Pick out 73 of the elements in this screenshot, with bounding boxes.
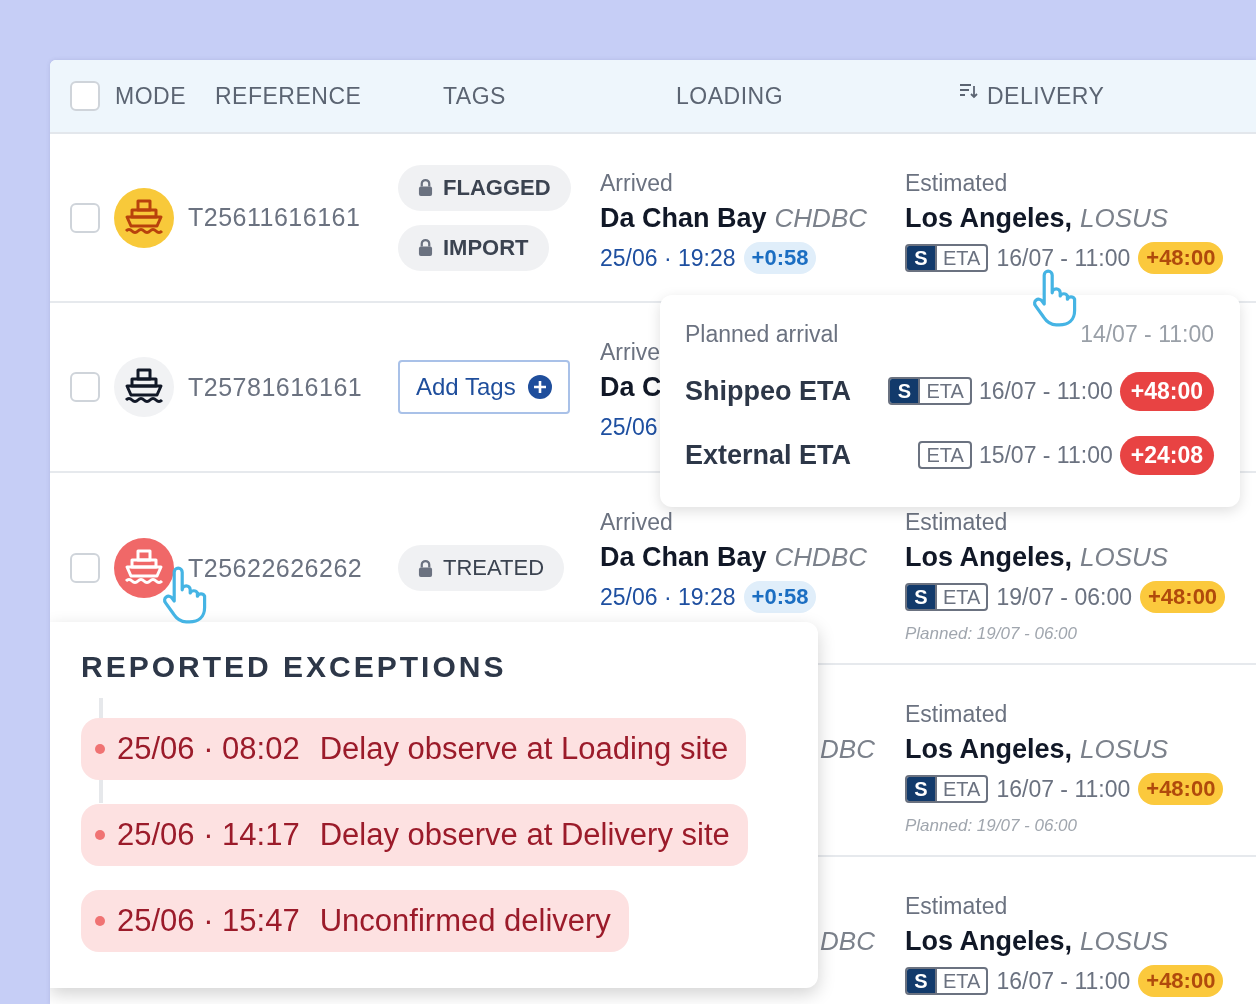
reference-text: T25622626262 (188, 553, 363, 582)
planned-date: Planned: 19/07 - 06:00 (905, 624, 1078, 644)
status-text: Estimated (905, 508, 1008, 536)
location-code: DBC (820, 925, 875, 957)
date-time: 16/07 - 11:00 (996, 775, 1131, 803)
location-code: CHDBC (774, 541, 867, 573)
exception-time: 25/06 · 08:02 (117, 731, 300, 767)
status-text: Arrived (600, 169, 673, 197)
place-name: Los Angeles, (905, 541, 1073, 573)
eta-badge: S ETA (905, 244, 989, 272)
date-time: 16/07 - 11:00 (996, 244, 1131, 272)
column-header[interactable]: LOADING (676, 82, 784, 110)
status-text: Estimated (905, 169, 1008, 197)
column-header[interactable]: MODE (115, 82, 186, 110)
delay-badge: +48:00 (1140, 581, 1226, 613)
exception-time: 25/06 · 15:47 (117, 903, 300, 939)
eta-badge: S ETA (888, 377, 972, 405)
exception-text: Delay observe at Loading site (319, 731, 729, 767)
location-code: DBC (820, 733, 875, 765)
date-time: 25/06 (600, 413, 658, 441)
date-time: 16/07 - 11:00 (996, 967, 1131, 995)
column-header[interactable]: DELIVERY (987, 82, 1105, 110)
eta-label: External ETA (685, 439, 852, 471)
popover-title: Planned arrival (685, 320, 839, 348)
eta-badge: S ETA (905, 775, 989, 803)
reference-text: T25611616161 (188, 203, 361, 231)
exception-text: Unconfirmed delivery (319, 903, 611, 939)
status-text: Arrived (600, 508, 673, 536)
place-name: Los Angeles, (905, 733, 1073, 765)
delay-badge: +48:00 (1119, 371, 1214, 411)
delay-badge: +0:58 (743, 242, 817, 274)
delay-badge: +0:58 (743, 581, 817, 613)
exception-text: Delay observe at Delivery site (319, 817, 730, 853)
date-time: 25/06 · 19:28 (600, 583, 736, 611)
date-time: 19/07 - 06:00 (996, 583, 1132, 611)
eta-label: Shippeo ETA (685, 375, 851, 407)
date-time: 25/06 · 19:28 (600, 244, 736, 272)
location-code: LOSUS (1080, 733, 1169, 765)
status-text: Arrive (600, 338, 661, 366)
tag-chip[interactable]: FLAGGED (398, 164, 571, 211)
column-header[interactable]: TAGS (443, 82, 506, 110)
reference-text: T25781616161 (188, 372, 363, 401)
date-time: 16/07 - 11:00 (978, 377, 1113, 405)
exception-item[interactable]: 25/06 · 08:02 Delay observe at Loading site (81, 718, 747, 780)
planned-date: 14/07 - 11:00 (1080, 320, 1214, 348)
status-text: Estimated (905, 700, 1008, 728)
delay-badge: +48:00 (1138, 242, 1224, 274)
eta-badge: S ETA (905, 583, 989, 611)
eta-badge: S ETA (905, 967, 989, 995)
delay-badge: +48:00 (1138, 965, 1224, 997)
eta-badge: ETA (918, 441, 972, 469)
tag-chip[interactable]: IMPORT (398, 224, 549, 271)
exception-time: 25/06 · 14:17 (117, 817, 300, 853)
date-time: 15/07 - 11:00 (978, 441, 1113, 469)
place-name: Da Chan Bay (600, 541, 767, 573)
location-code: CHDBC (774, 202, 867, 234)
planned-date: Planned: 19/07 - 06:00 (905, 816, 1078, 836)
place-name: Da C (600, 371, 662, 403)
column-header[interactable]: REFERENCE (215, 82, 362, 110)
place-name: Los Angeles, (905, 202, 1073, 234)
exception-item[interactable]: 25/06 · 14:17 Delay observe at Delivery site (81, 804, 748, 866)
place-name: Da Chan Bay (600, 202, 767, 234)
location-code: LOSUS (1080, 202, 1169, 234)
location-code: LOSUS (1080, 541, 1169, 573)
tag-chip[interactable]: TREATED (398, 545, 565, 591)
location-code: LOSUS (1080, 925, 1169, 957)
delay-badge: +24:08 (1119, 435, 1214, 475)
delay-badge: +48:00 (1138, 773, 1224, 805)
status-text: Estimated (905, 892, 1008, 920)
place-name: Los Angeles, (905, 925, 1073, 957)
exception-item[interactable]: 25/06 · 15:47 Unconfirmed delivery (81, 890, 629, 952)
add-tags-button[interactable]: Add Tags (398, 360, 570, 414)
panel-title: REPORTED EXCEPTIONS (81, 650, 507, 684)
